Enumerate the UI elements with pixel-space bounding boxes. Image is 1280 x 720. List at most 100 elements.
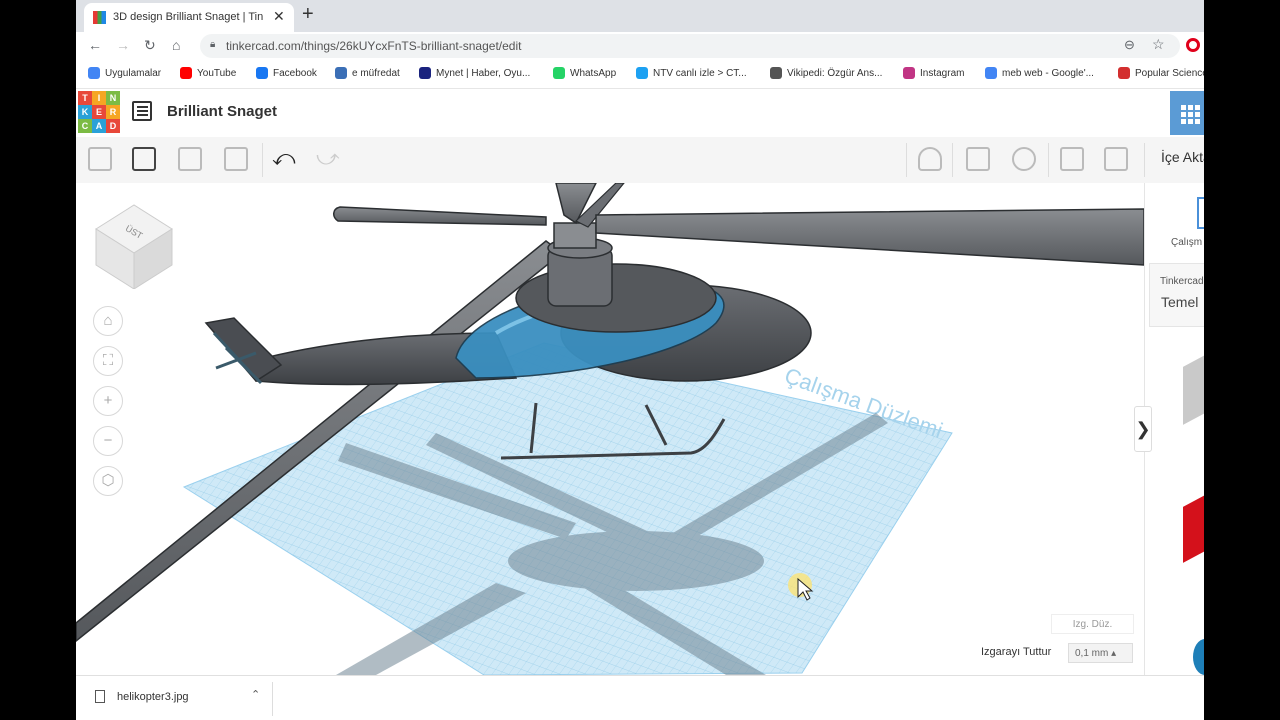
notes-lightbulb-icon[interactable] xyxy=(918,147,942,171)
address-bar[interactable]: 🔒︎ tinkercad.com/things/26kUYcxFnTS-bril… xyxy=(200,34,1180,58)
align-icon[interactable] xyxy=(1060,147,1084,171)
tinkercad-header: TINKERCAD Brilliant Snaget xyxy=(76,89,1204,138)
browser-tab[interactable]: 3D design Brilliant Snaget | Tinkercad ✕ xyxy=(84,3,294,32)
snap-grid-select[interactable]: 0,1 mm ▴ xyxy=(1068,643,1133,663)
logo-letter: I xyxy=(92,91,106,105)
viewport-canvas[interactable]: Çalışma Düzlemi xyxy=(76,183,1144,675)
logo-letter: D xyxy=(106,119,120,133)
perspective-icon[interactable]: ⬡ xyxy=(93,466,123,496)
browser-window: 3D design Brilliant Snaget | Tinkercad ✕… xyxy=(76,0,1204,720)
bookmark-label: Vikipedi: Özgür Ans... xyxy=(787,67,883,79)
home-icon[interactable]: ⌂ xyxy=(172,37,180,53)
library-label: Tinkercad xyxy=(1160,276,1204,287)
copy-icon[interactable] xyxy=(88,147,112,171)
bookmark-mynet[interactable]: Mynet | Haber, Oyu... xyxy=(419,67,530,79)
shape-cylinder[interactable] xyxy=(1193,639,1204,675)
reload-icon[interactable]: ↻ xyxy=(144,37,156,54)
youtube-icon xyxy=(180,67,192,79)
collapse-panel-chevron-icon[interactable]: ❯ xyxy=(1134,406,1152,452)
delete-icon[interactable] xyxy=(224,147,248,171)
workplane-tool-label: Çalışm xyxy=(1171,237,1203,248)
bookmark-ntv[interactable]: NTV canlı izle > CT... xyxy=(636,67,747,79)
logo-letter: A xyxy=(92,119,106,133)
shape-box-gray[interactable] xyxy=(1183,355,1204,425)
bookmark-google[interactable]: meb web - Google'... xyxy=(985,67,1094,79)
shapes-panel: Çalışm Tinkercad Temel xyxy=(1144,183,1204,675)
opera-icon[interactable] xyxy=(1186,38,1200,52)
bookmark-label: YouTube xyxy=(197,67,237,79)
instagram-icon xyxy=(903,67,915,79)
view-cube[interactable]: ÜST xyxy=(94,199,176,289)
lock-icon: 🔒︎ xyxy=(210,39,216,50)
group-icon[interactable] xyxy=(966,147,990,171)
new-tab-icon[interactable]: + xyxy=(302,3,314,26)
bookmark-wikipedia[interactable]: Vikipedi: Özgür Ans... xyxy=(770,67,882,79)
rotor-blade-right[interactable] xyxy=(595,208,1144,266)
chevron-up-icon[interactable]: ⌃ xyxy=(251,688,260,701)
bookmark-label: e müfredat xyxy=(352,67,400,79)
paste-icon[interactable] xyxy=(132,147,156,171)
downloads-bar: helikopter3.jpg ⌃ xyxy=(76,675,1204,720)
popular-science-icon xyxy=(1118,67,1130,79)
project-title[interactable]: Brilliant Snaget xyxy=(167,103,277,120)
undo-icon[interactable]: ⤺ xyxy=(272,145,296,171)
3d-viewport[interactable]: Çalışma Düzlemi ÜST ⌂ ⛶ + − ⬡ xyxy=(76,183,1144,675)
bookmark-label: Popular Science xyxy=(1135,67,1204,79)
rotor-hub[interactable] xyxy=(553,222,597,249)
ungroup-icon[interactable] xyxy=(1012,147,1036,171)
bookmark-popular-science[interactable]: Popular Science xyxy=(1118,67,1204,79)
whatsapp-icon xyxy=(553,67,565,79)
fit-view-icon[interactable]: ⛶ xyxy=(93,346,123,376)
wikipedia-icon xyxy=(770,67,782,79)
bookmark-instagram[interactable]: Instagram xyxy=(903,67,964,79)
bookmark-label: WhatsApp xyxy=(570,67,617,79)
snap-grid-value: 0,1 mm xyxy=(1075,648,1109,659)
toolbar-divider xyxy=(952,143,953,177)
file-icon xyxy=(95,690,105,703)
bookmark-label: meb web - Google'... xyxy=(1002,67,1094,79)
zoom-in-icon[interactable]: + xyxy=(93,386,123,416)
bookmark-star-icon[interactable]: ☆ xyxy=(1152,36,1165,53)
download-item[interactable]: helikopter3.jpg ⌃ xyxy=(90,686,270,710)
rotor-blade-left[interactable] xyxy=(333,206,547,226)
redo-icon[interactable]: ⤻ xyxy=(316,145,340,171)
zoom-icon[interactable]: ⊖ xyxy=(1124,37,1135,53)
zoom-out-icon[interactable]: − xyxy=(93,426,123,456)
toolbar-divider xyxy=(262,143,263,177)
design-list-icon[interactable] xyxy=(132,101,152,121)
toolbar-divider xyxy=(1144,143,1145,177)
snap-grid-label: Izgarayı Tuttur xyxy=(981,646,1052,658)
import-button[interactable]: İçe Aktar xyxy=(1161,149,1204,165)
bookmark-label: NTV canlı izle > CT... xyxy=(653,67,747,79)
forward-icon[interactable]: → xyxy=(116,37,130,53)
close-tab-icon[interactable]: ✕ xyxy=(273,8,285,25)
tab-bar: 3D design Brilliant Snaget | Tinkercad ✕… xyxy=(76,0,1204,32)
logo-letter: E xyxy=(92,105,106,119)
bookmark-facebook[interactable]: Facebook xyxy=(256,67,317,79)
home-view-icon[interactable]: ⌂ xyxy=(93,306,123,336)
toolbar-divider xyxy=(1048,143,1049,177)
tab-title: 3D design Brilliant Snaget | Tinkercad xyxy=(113,11,263,23)
bookmark-youtube[interactable]: YouTube xyxy=(180,67,236,79)
cabin-top[interactable] xyxy=(515,263,717,333)
logo-letter: N xyxy=(106,91,120,105)
url-text: tinkercad.com/things/26kUYcxFnTS-brillia… xyxy=(226,39,522,53)
duplicate-icon[interactable] xyxy=(178,147,202,171)
toolbar-divider xyxy=(906,143,907,177)
bookmark-apps-grid[interactable]: Uygulamalar xyxy=(88,67,161,79)
workplane-tool-icon[interactable] xyxy=(1197,197,1204,229)
tail-fin[interactable] xyxy=(204,317,283,382)
shape-library-selector[interactable]: Tinkercad Temel xyxy=(1149,263,1204,327)
bookmark-whatsapp[interactable]: WhatsApp xyxy=(553,67,616,79)
tinkercad-logo[interactable]: TINKERCAD xyxy=(78,91,120,133)
logo-letter: T xyxy=(78,91,92,105)
shape-box-red[interactable] xyxy=(1183,495,1204,563)
bookmark-globe[interactable]: e müfredat xyxy=(335,67,400,79)
back-icon[interactable]: ← xyxy=(88,37,102,53)
edit-grid-button[interactable]: Izg. Düz. xyxy=(1051,614,1134,634)
3d-view-grid-icon[interactable] xyxy=(1170,91,1204,135)
apps-grid-icon xyxy=(88,67,100,79)
mirror-icon[interactable] xyxy=(1104,147,1128,171)
download-filename: helikopter3.jpg xyxy=(117,691,189,703)
mynet-icon xyxy=(419,67,431,79)
